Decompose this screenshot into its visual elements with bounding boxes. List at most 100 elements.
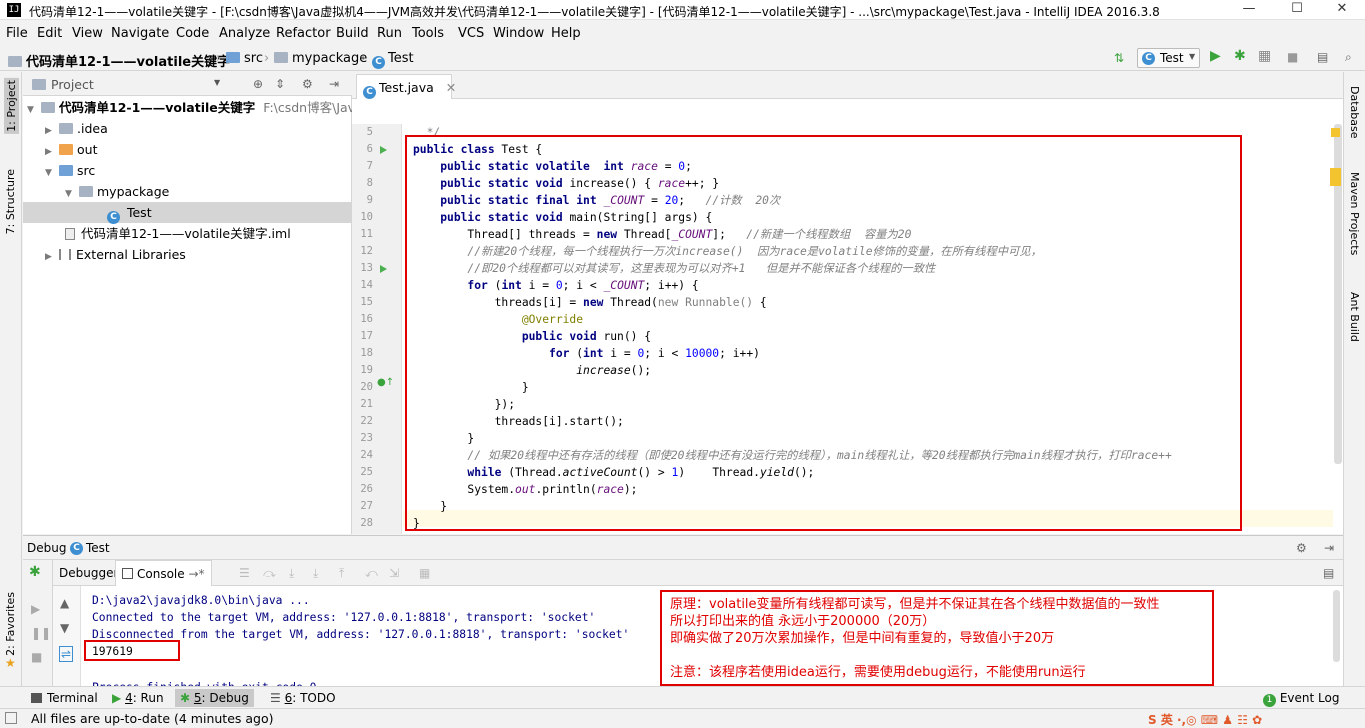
breadcrumb-package[interactable]: mypackage xyxy=(274,51,367,66)
sync-icon[interactable]: ⊕ xyxy=(253,77,263,91)
tool-tab-favorites[interactable]: 2: Favorites xyxy=(4,592,17,656)
menu-file[interactable]: File xyxy=(6,26,28,41)
event-log-button[interactable]: 1 Event Log xyxy=(1258,689,1344,707)
tool-tab-project[interactable]: 1: Project xyxy=(4,78,19,134)
menu-code[interactable]: Code xyxy=(176,26,209,41)
tree-item-iml[interactable]: 代码清单12-1——volatile关键字.iml xyxy=(65,223,291,244)
run-to-cursor-icon[interactable]: ⇲ xyxy=(389,566,399,580)
debug-config-tab[interactable]: Test xyxy=(86,541,110,555)
force-step-into-icon[interactable]: ⤓ xyxy=(313,566,318,580)
soft-wrap-icon[interactable]: ⇌ xyxy=(59,646,74,662)
gear-icon[interactable]: ⚙ xyxy=(1296,541,1307,555)
line-number: 24 xyxy=(360,449,373,461)
menu-vcs[interactable]: VCS xyxy=(458,26,484,41)
step-over-icon[interactable]: ⤼ xyxy=(263,566,276,580)
ime-icon[interactable]: S 英 ·,◎ ⌨ ♟ ☷ ✿ xyxy=(1148,711,1262,728)
menu-window[interactable]: Window xyxy=(493,26,544,41)
pause-icon[interactable]: ❚❚ xyxy=(31,626,51,640)
collapse-icon[interactable]: ⇕ xyxy=(275,77,285,91)
hide-panel-icon[interactable]: ⇥ xyxy=(1324,541,1334,555)
tree-item-idea[interactable]: ▶ .idea xyxy=(45,118,108,139)
stop-icon[interactable]: ■ xyxy=(1287,50,1298,64)
run-icon: ▶ xyxy=(112,691,122,705)
debug-label: Debug xyxy=(27,541,67,555)
hide-icon[interactable]: ⇥ xyxy=(329,77,339,91)
restore-layout-icon[interactable]: ▤ xyxy=(1323,566,1334,580)
tree-item-src[interactable]: ▼ src xyxy=(45,160,95,181)
folder-icon xyxy=(226,52,240,63)
evaluate-icon[interactable]: ▦ xyxy=(419,566,430,580)
code-highlight-box xyxy=(405,135,1242,531)
console-scrollbar[interactable] xyxy=(1333,590,1340,662)
maximize-button[interactable]: ☐ xyxy=(1274,0,1320,20)
debug-tabs: Debugger Console →* ☰ ⤼ ⤓ ⤓ ⤒ ⤺ ⇲ ▦ ▤ xyxy=(53,560,1343,586)
tab-terminal[interactable]: Terminal xyxy=(26,689,103,707)
breadcrumb-src[interactable]: src xyxy=(226,51,263,66)
tab-run[interactable]: ▶ 4: Run xyxy=(107,689,169,707)
tab-test-java[interactable]: C Test.java ✕ xyxy=(356,74,456,99)
rerun-debug-icon[interactable]: ✱ xyxy=(29,564,41,580)
tab-console[interactable]: Console →* xyxy=(115,560,212,586)
project-view-label[interactable]: Project xyxy=(51,77,94,92)
right-tool-strip: Database Maven Projects Ant Build xyxy=(1343,72,1365,686)
resume-icon[interactable]: ▶ xyxy=(31,602,40,616)
tool-tab-maven[interactable]: Maven Projects xyxy=(1348,172,1361,255)
close-icon[interactable]: ✕ xyxy=(446,80,456,95)
tree-item-external-libraries[interactable]: ▶ External Libraries xyxy=(45,244,186,265)
drop-frame-icon[interactable]: ⤺ xyxy=(365,566,378,580)
stop-icon[interactable]: ■ xyxy=(31,650,42,664)
override-marker-icon[interactable]: ●↑ xyxy=(377,377,394,388)
run-config-select[interactable]: C Test ▼ xyxy=(1137,48,1200,68)
annotation-spacer xyxy=(670,647,1204,664)
tree-item-out[interactable]: ▶ out xyxy=(45,139,97,160)
gear-icon[interactable]: ⚙ xyxy=(302,77,313,91)
show-execution-point-icon[interactable]: ☰ xyxy=(239,566,250,580)
step-out-icon[interactable]: ⤒ xyxy=(339,566,344,580)
search-icon[interactable]: ⌕ xyxy=(1345,50,1352,64)
tool-tab-ant[interactable]: Ant Build xyxy=(1348,292,1361,342)
pin-icon[interactable]: →* xyxy=(188,567,204,581)
run-main-icon[interactable] xyxy=(380,265,387,273)
line-number: 17 xyxy=(360,330,373,342)
tool-tab-structure[interactable]: 7: Structure xyxy=(4,169,17,234)
step-into-icon[interactable]: ⤓ xyxy=(289,566,294,580)
coverage-icon[interactable]: ▦ xyxy=(1258,48,1271,64)
tab-debugger[interactable]: Debugger xyxy=(53,560,124,586)
inspection-marker[interactable] xyxy=(1330,168,1341,186)
tab-debug[interactable]: ✱ 5: Debug xyxy=(175,689,254,707)
menu-refactor[interactable]: Refactor xyxy=(276,26,331,41)
tool-tab-database[interactable]: Database xyxy=(1348,86,1361,139)
menu-navigate[interactable]: Navigate xyxy=(111,26,169,41)
close-button[interactable]: ✕ xyxy=(1319,0,1365,20)
tool-windows-icon[interactable] xyxy=(5,712,17,724)
chevron-down-icon[interactable]: ▼ xyxy=(214,78,220,87)
minimize-button[interactable]: — xyxy=(1226,0,1272,20)
class-icon: C xyxy=(363,86,376,99)
tree-item-test[interactable]: C Test xyxy=(23,202,351,224)
tree-item-mypackage[interactable]: ▼ mypackage xyxy=(65,181,169,202)
debug-side-toolbar: ✱ ▶ ❚❚ ■ xyxy=(23,560,53,687)
run-icon[interactable]: ▶ xyxy=(1210,48,1221,64)
tree-item-project-root[interactable]: ▼ 代码清单12-1——volatile关键字 F:\csdn博客\Java虚 xyxy=(27,97,375,118)
project-structure-icon[interactable]: ▤ xyxy=(1317,50,1328,64)
debug-icon[interactable]: ✱ xyxy=(1234,48,1246,64)
menu-edit[interactable]: Edit xyxy=(37,26,62,41)
line-number: 13 xyxy=(360,262,373,274)
scroll-up-icon[interactable]: ▲ xyxy=(60,596,69,610)
editor-gutter: 5 6 7 8 9 10 11 12 13 14 15 16 17 18 19 … xyxy=(352,124,402,534)
menu-help[interactable]: Help xyxy=(551,26,581,41)
menu-view[interactable]: View xyxy=(72,26,103,41)
menu-build[interactable]: Build xyxy=(336,26,369,41)
build-icon[interactable]: ⇅ xyxy=(1114,51,1124,65)
menu-run[interactable]: Run xyxy=(377,26,402,41)
run-class-icon[interactable] xyxy=(380,146,387,154)
intellij-icon: IJ xyxy=(7,3,21,17)
breadcrumb-class[interactable]: C Test xyxy=(372,51,414,69)
breadcrumb-project[interactable]: 代码清单12-1——volatile关键字 xyxy=(8,51,230,70)
scroll-down-icon[interactable]: ▼ xyxy=(60,621,69,635)
warning-marker[interactable] xyxy=(1331,128,1340,137)
menu-analyze[interactable]: Analyze xyxy=(219,26,270,41)
tab-todo[interactable]: ☰ 6: TODO xyxy=(265,689,341,707)
menu-tools[interactable]: Tools xyxy=(412,26,444,41)
console-side-toolbar: ▲ ▼ ⇌ xyxy=(53,586,81,687)
